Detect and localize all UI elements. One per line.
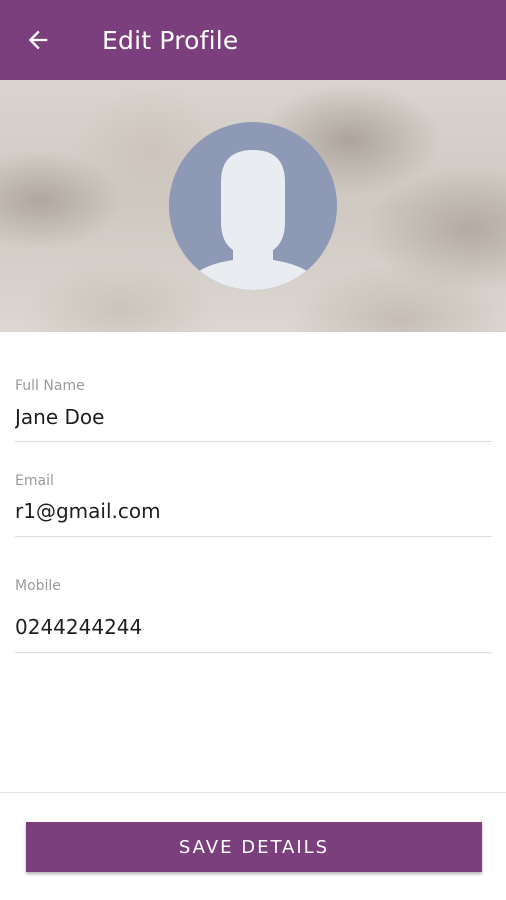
divider (0, 792, 506, 793)
app-bar: Edit Profile (0, 0, 506, 80)
email-input[interactable] (15, 497, 492, 525)
mobile-field: Mobile (15, 571, 492, 653)
back-button[interactable] (22, 24, 54, 56)
mobile-label: Mobile (15, 578, 61, 594)
page-title: Edit Profile (102, 26, 239, 55)
email-label: Email (15, 473, 54, 489)
save-details-button[interactable]: SAVE DETAILS (26, 822, 482, 872)
avatar[interactable] (169, 122, 337, 290)
full-name-label: Full Name (15, 378, 85, 394)
mobile-input[interactable] (15, 613, 492, 641)
full-name-field: Full Name (15, 372, 492, 442)
email-field: Email (15, 466, 492, 537)
default-user-avatar-icon (169, 122, 337, 290)
arrow-left-icon (28, 30, 48, 50)
full-name-input[interactable] (15, 403, 492, 431)
